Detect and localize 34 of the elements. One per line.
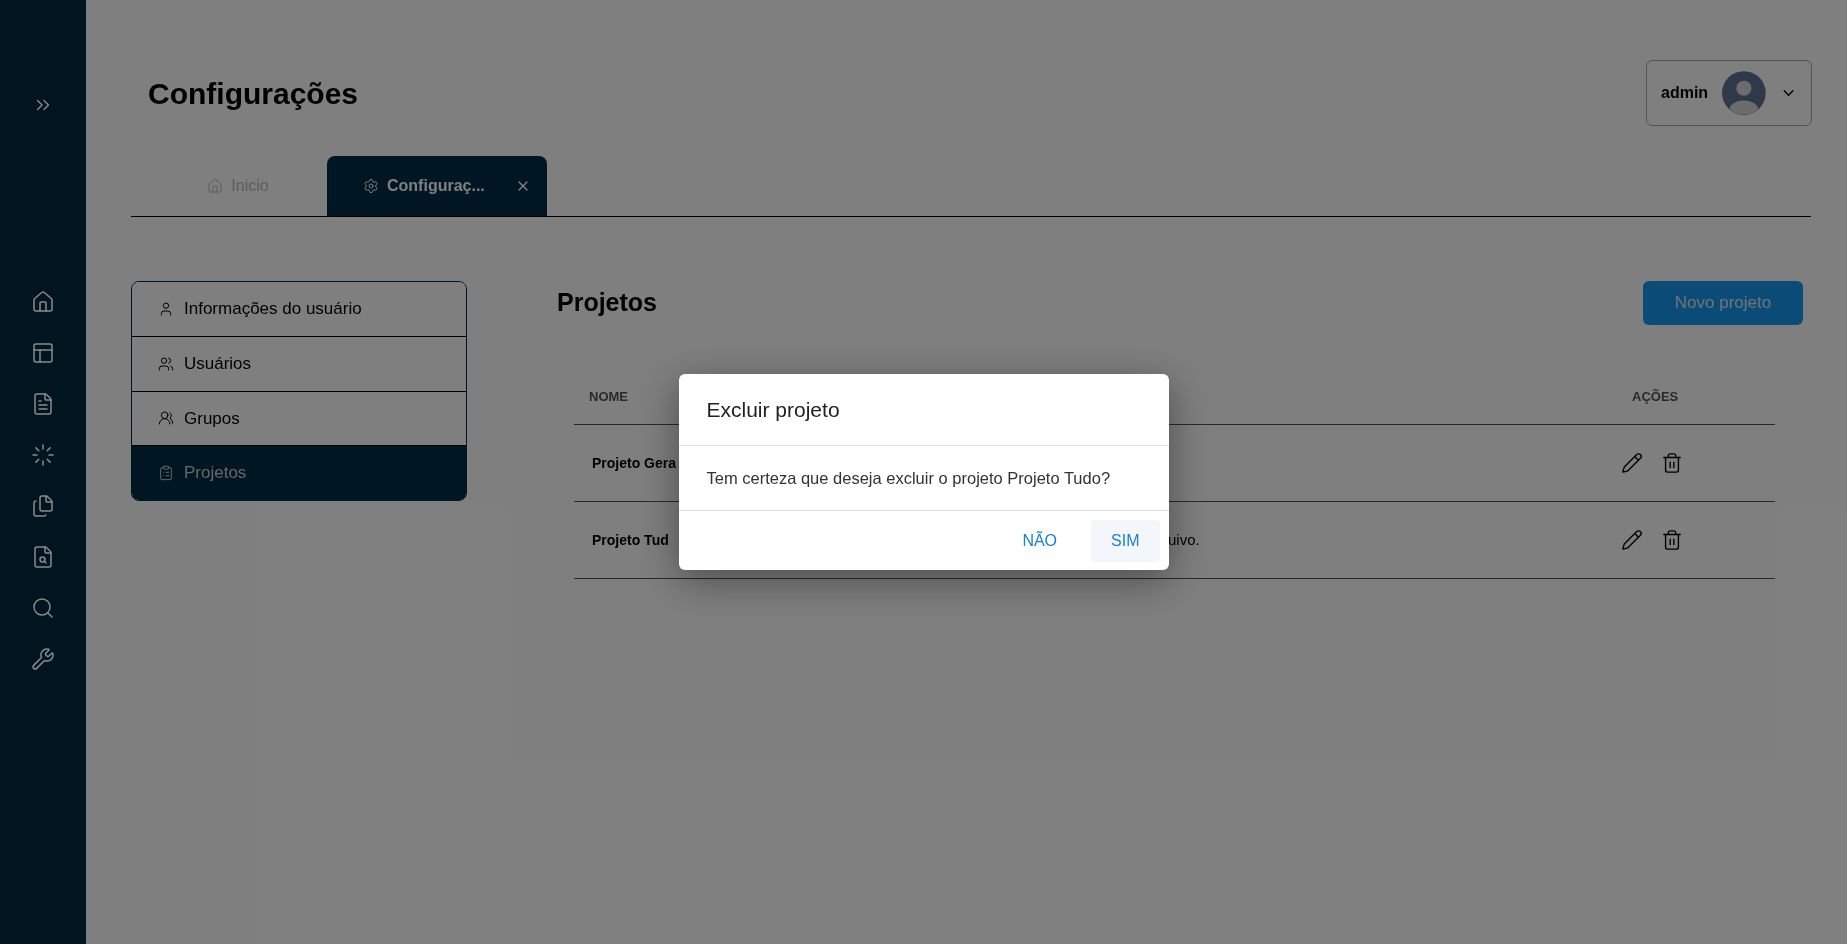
tab[interactable]: Configuraç... [327, 156, 547, 216]
dialog-button[interactable]: SIM [1091, 519, 1160, 562]
wrench-icon[interactable] [31, 647, 55, 671]
page-title: Configurações [148, 75, 359, 112]
section-title: Projetos [557, 287, 658, 319]
dialog-title: Excluir projeto [678, 374, 1169, 446]
dialog-button[interactable]: NÃO [1002, 519, 1078, 562]
user-icon [158, 300, 174, 317]
document-icon[interactable] [31, 392, 55, 416]
home-icon [207, 178, 224, 194]
users-icon [158, 355, 174, 372]
edit-icon[interactable] [1621, 452, 1643, 474]
group-icon [158, 410, 174, 427]
settings-icon [363, 178, 379, 194]
file-search-icon[interactable] [31, 545, 55, 569]
loader-icon[interactable] [31, 443, 55, 467]
table-cell-text: Projeto Gera [592, 453, 677, 473]
dialog-message: Tem certeza que deseja excluir o projeto Projeto Tudo? [678, 446, 1169, 511]
search-icon[interactable] [31, 596, 55, 620]
trash-icon[interactable] [1661, 529, 1683, 551]
user-menu[interactable]: admin [1646, 60, 1812, 126]
edit-icon[interactable] [1621, 529, 1643, 551]
clipboard-icon [158, 465, 174, 482]
menu-item[interactable]: Informações do usuário [132, 282, 466, 337]
layout-icon[interactable] [31, 341, 55, 365]
avatar-icon [1722, 70, 1766, 116]
table-cell-text: Projeto Tud [592, 530, 669, 550]
menu-item[interactable]: Projetos [132, 446, 466, 500]
table-cell: uivo. [1168, 531, 1200, 548]
column-header: NOME [588, 387, 629, 406]
files-icon[interactable] [31, 494, 55, 518]
trash-icon[interactable] [1661, 452, 1683, 474]
column-header: AÇÕES [1631, 387, 1680, 406]
home-icon[interactable] [31, 290, 55, 314]
